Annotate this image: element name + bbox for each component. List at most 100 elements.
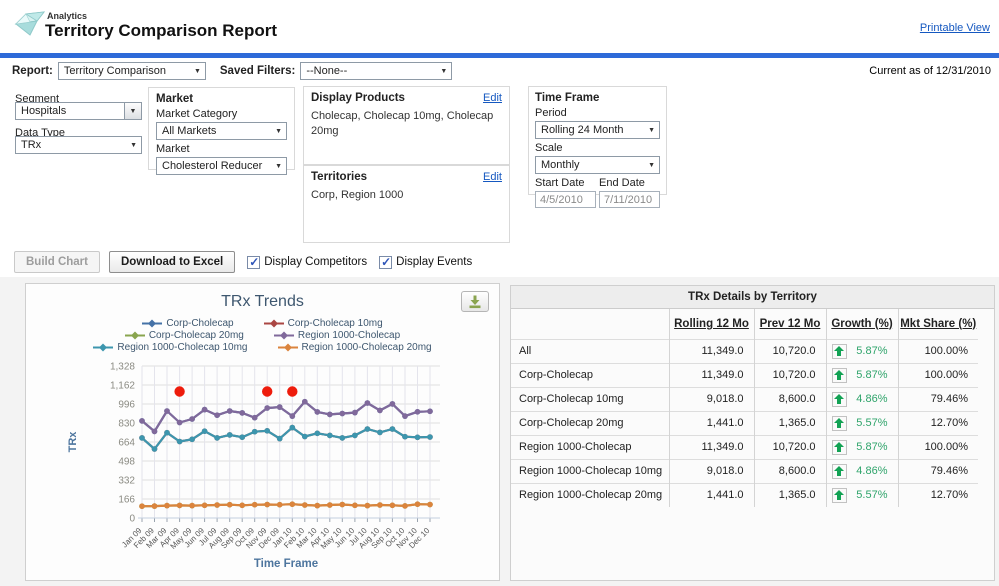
table-row: Region 1000-Cholecap11,349.010,720.05.87… bbox=[511, 435, 978, 459]
trx-details-panel: TRx Details by Territory Rolling 12 Mo P… bbox=[510, 285, 995, 581]
time-frame-panel: Time Frame Period Rolling 24 Month ▼ Sca… bbox=[528, 86, 667, 195]
start-date-label: Start Date bbox=[535, 177, 599, 189]
growth-value-cell: 5.57% bbox=[826, 411, 898, 435]
territory-label: Corp-Cholecap 20mg bbox=[511, 411, 669, 435]
row-label-header bbox=[511, 309, 669, 339]
segment-combobox[interactable]: Hospitals ▼ bbox=[15, 102, 142, 120]
build-chart-button[interactable]: Build Chart bbox=[14, 251, 100, 273]
scale-select[interactable]: Monthly ▼ bbox=[535, 156, 660, 174]
territory-label: Region 1000-Cholecap 20mg bbox=[511, 483, 669, 507]
legend-item[interactable]: Region 1000-Cholecap bbox=[274, 330, 400, 341]
legend-marker-icon bbox=[93, 343, 113, 352]
legend-marker-icon bbox=[274, 331, 294, 340]
prev-12mo-value: 10,720.0 bbox=[754, 435, 826, 459]
data-type-select[interactable]: TRx ▼ bbox=[15, 136, 142, 154]
market-category-select[interactable]: All Markets ▼ bbox=[156, 122, 287, 140]
report-toolbar: Report: Territory Comparison ▼ Saved Fil… bbox=[0, 58, 999, 84]
dropdown-arrow-icon: ▼ bbox=[648, 162, 655, 170]
mkt-share-value: 12.70% bbox=[898, 411, 978, 435]
saved-filters-select[interactable]: --None-- ▼ bbox=[300, 62, 452, 80]
market-select[interactable]: Cholesterol Reducer ▼ bbox=[156, 157, 287, 175]
rolling-12mo-value: 1,441.0 bbox=[669, 411, 754, 435]
chart-download-button[interactable] bbox=[461, 291, 489, 312]
scale-label: Scale bbox=[535, 142, 660, 154]
svg-text:TRx: TRx bbox=[67, 431, 79, 453]
current-as-of-text: Current as of 12/31/2010 bbox=[869, 65, 991, 77]
market-panel: Market Market Category All Markets ▼ Mar… bbox=[148, 87, 295, 170]
legend-item[interactable]: Corp-Cholecap 10mg bbox=[264, 318, 383, 329]
trx-trends-chart-panel: TRx Trends Corp-Cholecap Corp-Cholecap 10… bbox=[25, 283, 500, 581]
table-row: Corp-Cholecap 10mg9,018.08,600.04.86%79.… bbox=[511, 387, 978, 411]
series-line-5 bbox=[142, 504, 430, 506]
growth-up-icon bbox=[832, 416, 847, 431]
territories-title: Territories bbox=[311, 171, 367, 183]
col-header-prev: Prev 12 Mo bbox=[754, 309, 826, 339]
legend-item[interactable]: Corp-Cholecap bbox=[142, 318, 233, 329]
svg-text:996: 996 bbox=[118, 400, 135, 411]
svg-text:1,328: 1,328 bbox=[110, 362, 135, 373]
rolling-12mo-value: 9,018.0 bbox=[669, 387, 754, 411]
growth-up-icon bbox=[832, 464, 847, 479]
market-category-label: Market Category bbox=[156, 108, 287, 120]
end-date-label: End Date bbox=[599, 177, 645, 189]
growth-up-icon bbox=[832, 488, 847, 503]
prev-12mo-value: 8,600.0 bbox=[754, 387, 826, 411]
table-row: Region 1000-Cholecap 10mg9,018.08,600.04… bbox=[511, 459, 978, 483]
table-row: Region 1000-Cholecap 20mg1,441.01,365.05… bbox=[511, 483, 978, 507]
rolling-12mo-value: 9,018.0 bbox=[669, 459, 754, 483]
growth-up-icon bbox=[832, 368, 847, 383]
mkt-share-value: 100.00% bbox=[898, 363, 978, 387]
dropdown-arrow-icon: ▼ bbox=[130, 142, 137, 150]
report-select[interactable]: Territory Comparison ▼ bbox=[58, 62, 206, 80]
growth-value-cell: 4.86% bbox=[826, 387, 898, 411]
dropdown-arrow-icon: ▼ bbox=[130, 108, 137, 115]
svg-text:664: 664 bbox=[118, 438, 135, 449]
edit-territories-link[interactable]: Edit bbox=[483, 171, 502, 183]
svg-text:1,162: 1,162 bbox=[110, 381, 135, 392]
svg-text:166: 166 bbox=[118, 495, 135, 506]
display-products-value: Cholecap, Cholecap 10mg, Cholecap 20mg bbox=[311, 109, 502, 139]
event-marker bbox=[287, 386, 297, 396]
growth-up-icon bbox=[832, 344, 847, 359]
display-events-checkbox[interactable] bbox=[379, 256, 392, 269]
mkt-share-value: 12.70% bbox=[898, 483, 978, 507]
prev-12mo-value: 1,365.0 bbox=[754, 483, 826, 507]
display-competitors-checkbox[interactable] bbox=[247, 256, 260, 269]
dropdown-arrow-icon: ▼ bbox=[648, 127, 655, 135]
printable-view-link[interactable]: Printable View bbox=[920, 22, 990, 34]
edit-products-link[interactable]: Edit bbox=[483, 92, 502, 104]
chart-title: TRx Trends bbox=[26, 293, 499, 311]
rolling-12mo-value: 1,441.0 bbox=[669, 483, 754, 507]
rolling-12mo-value: 11,349.0 bbox=[669, 339, 754, 363]
market-panel-title: Market bbox=[156, 93, 287, 105]
growth-value-cell: 5.87% bbox=[826, 339, 898, 363]
territory-label: Corp-Cholecap bbox=[511, 363, 669, 387]
display-competitors-label: Display Competitors bbox=[264, 256, 367, 268]
report-label: Report: bbox=[12, 65, 53, 77]
event-marker bbox=[174, 386, 184, 396]
saved-filters-label: Saved Filters: bbox=[220, 65, 295, 77]
download-to-excel-button[interactable]: Download to Excel bbox=[109, 251, 235, 273]
combo-dropdown-button[interactable]: ▼ bbox=[124, 102, 142, 120]
territory-label: Region 1000-Cholecap bbox=[511, 435, 669, 459]
legend-marker-icon bbox=[142, 319, 162, 328]
page-title: Territory Comparison Report bbox=[45, 21, 277, 41]
mkt-share-value: 100.00% bbox=[898, 339, 978, 363]
svg-text:0: 0 bbox=[129, 514, 135, 525]
chart-legend: Corp-Cholecap Corp-Cholecap 10mg Corp-Chol… bbox=[26, 318, 499, 353]
territory-label: Corp-Cholecap 10mg bbox=[511, 387, 669, 411]
svg-text:332: 332 bbox=[118, 476, 135, 487]
prev-12mo-value: 1,365.0 bbox=[754, 411, 826, 435]
actions-row: Build Chart Download to Excel Display Co… bbox=[14, 251, 472, 273]
period-select[interactable]: Rolling 24 Month ▼ bbox=[535, 121, 660, 139]
legend-item[interactable]: Corp-Cholecap 20mg bbox=[125, 330, 244, 341]
end-date-input[interactable]: 7/11/2010 bbox=[599, 191, 660, 208]
table-row: Corp-Cholecap 20mg1,441.01,365.05.57%12.… bbox=[511, 411, 978, 435]
start-date-input[interactable]: 4/5/2010 bbox=[535, 191, 596, 208]
time-frame-title: Time Frame bbox=[535, 92, 660, 104]
legend-marker-icon bbox=[264, 319, 284, 328]
col-header-rolling: Rolling 12 Mo bbox=[669, 309, 754, 339]
table-row: Corp-Cholecap11,349.010,720.05.87%100.00… bbox=[511, 363, 978, 387]
rolling-12mo-value: 11,349.0 bbox=[669, 435, 754, 459]
territories-value: Corp, Region 1000 bbox=[311, 188, 502, 203]
